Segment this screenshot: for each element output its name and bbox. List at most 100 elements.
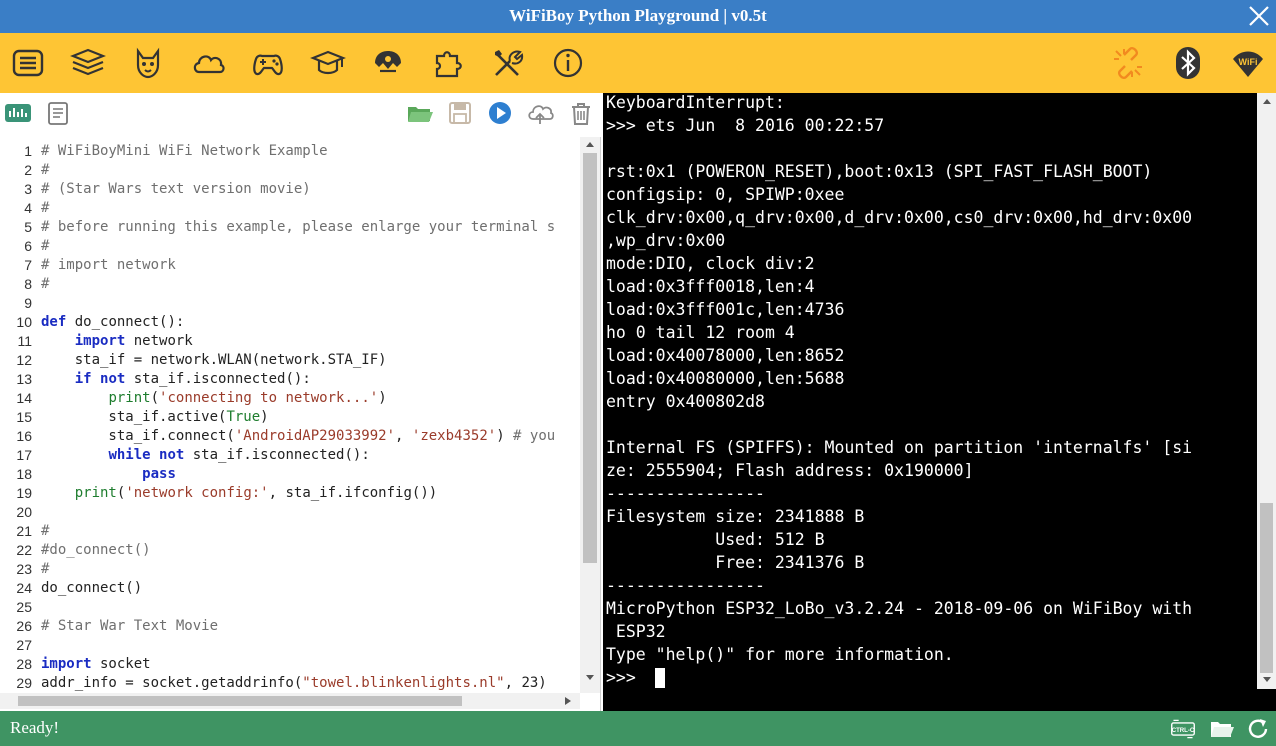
code-line[interactable]: # Star War Text Movie xyxy=(41,617,218,636)
code-line[interactable]: # xyxy=(41,161,49,180)
terminal-line: Internal FS (SPIFFS): Mounted on partiti… xyxy=(606,438,1193,457)
line-number: 5 xyxy=(24,219,32,235)
code-line[interactable]: import socket xyxy=(41,655,151,674)
line-number: 4 xyxy=(24,200,32,216)
serial-terminal[interactable]: KeyboardInterrupt: >>> ets Jun 8 2016 00:… xyxy=(603,93,1276,711)
editor-toolbar xyxy=(0,93,601,137)
info-icon[interactable] xyxy=(550,45,586,81)
terminal-line: load:0x40080000,len:5688 xyxy=(606,369,845,388)
code-line[interactable]: # xyxy=(41,237,49,256)
line-number: 8 xyxy=(24,276,32,292)
main-toolbar: WiFi xyxy=(0,33,1276,93)
terminal-line: KeyboardInterrupt: xyxy=(606,93,785,112)
line-number: 19 xyxy=(16,485,32,501)
notes-icon[interactable] xyxy=(44,99,72,127)
editor-vscroll-thumb[interactable] xyxy=(583,153,597,563)
terminal-line: ze: 2555904; Flash address: 0x190000] xyxy=(606,461,974,480)
ctrl-c-icon[interactable]: CTRL-C xyxy=(1170,716,1200,742)
scratch-cat-icon[interactable] xyxy=(130,45,166,81)
save-icon[interactable] xyxy=(446,99,474,127)
terminal-line: load:0x3fff001c,len:4736 xyxy=(606,300,845,319)
code-line[interactable]: # before running this example, please en… xyxy=(41,218,555,237)
terminal-line: ESP32 xyxy=(606,622,666,641)
line-number: 17 xyxy=(16,447,32,463)
terminal-line: MicroPython ESP32_LoBo_v3.2.24 - 2018-09… xyxy=(606,599,1193,618)
code-line[interactable]: # xyxy=(41,560,49,579)
code-line[interactable]: def do_connect(): xyxy=(41,313,184,332)
terminal-line: load:0x3fff0018,len:4 xyxy=(606,277,815,296)
line-number: 3 xyxy=(24,181,32,197)
folder-icon[interactable] xyxy=(1209,716,1235,742)
terminal-line: >>> ets Jun 8 2016 00:22:57 xyxy=(606,116,885,135)
terminal-line: Used: 512 B xyxy=(606,530,825,549)
code-line[interactable]: print('connecting to network...') xyxy=(41,389,386,408)
wifi-icon[interactable]: WiFi xyxy=(1230,45,1266,81)
code-line[interactable]: # (Star Wars text version movie) xyxy=(41,180,311,199)
run-icon[interactable] xyxy=(486,99,514,127)
terminal-line: configsip: 0, SPIWP:0xee xyxy=(606,185,845,204)
code-line[interactable]: # xyxy=(41,199,49,218)
graduation-cap-icon[interactable] xyxy=(310,45,346,81)
code-line[interactable]: import network xyxy=(41,332,193,351)
editor-hscroll-thumb[interactable] xyxy=(18,696,462,706)
gamepad-icon[interactable] xyxy=(250,45,286,81)
code-line[interactable]: addr_info = socket.getaddrinfo("towel.bl… xyxy=(41,674,547,693)
code-line[interactable]: # xyxy=(41,522,49,541)
line-number: 28 xyxy=(16,656,32,672)
cloud-icon[interactable] xyxy=(190,45,226,81)
code-line[interactable]: print('network config:', sta_if.ifconfig… xyxy=(41,484,437,503)
terminal-line: rst:0x1 (POWERON_RESET),boot:0x13 (SPI_F… xyxy=(606,162,1153,181)
code-line[interactable]: # import network xyxy=(41,256,176,275)
refresh-icon[interactable] xyxy=(1245,716,1271,742)
terminal-line: mode:DIO, clock div:2 xyxy=(606,254,815,273)
line-number: 12 xyxy=(16,352,32,368)
line-number: 22 xyxy=(16,542,32,558)
code-line[interactable]: sta_if.active(True) xyxy=(41,408,268,427)
line-number: 23 xyxy=(16,561,32,577)
trash-icon[interactable] xyxy=(567,99,595,127)
code-line[interactable]: if not sta_if.isconnected(): xyxy=(41,370,311,389)
code-line[interactable]: pass xyxy=(41,465,176,484)
puzzle-icon[interactable] xyxy=(430,45,466,81)
line-number: 24 xyxy=(16,580,32,596)
code-line[interactable]: while not sta_if.isconnected(): xyxy=(41,446,369,465)
line-number: 25 xyxy=(16,599,32,615)
terminal-line: Type "help()" for more information. xyxy=(606,645,954,664)
title-bar: WiFiBoy Python Playground | v0.5t xyxy=(0,0,1276,33)
terminal-line: ---------------- xyxy=(606,484,765,503)
terminal-line: clk_drv:0x00,q_drv:0x00,d_drv:0x00,cs0_d… xyxy=(606,208,1193,227)
line-number: 16 xyxy=(16,428,32,444)
line-number: 10 xyxy=(16,314,32,330)
editor-vertical-scrollbar[interactable] xyxy=(580,137,600,693)
line-number: 27 xyxy=(16,637,32,653)
terminal-line: ho 0 tail 12 room 4 xyxy=(606,323,795,342)
terminal-line: >>> xyxy=(606,668,646,687)
status-bar: Ready! CTRL-C xyxy=(0,711,1276,746)
code-line[interactable]: #do_connect() xyxy=(41,541,151,560)
ctrl-c-label: CTRL-C xyxy=(1172,728,1195,734)
chart-icon[interactable] xyxy=(4,99,32,127)
code-line[interactable]: sta_if = network.WLAN(network.STA_IF) xyxy=(41,351,387,370)
line-number: 9 xyxy=(24,295,32,311)
code-editor[interactable]: 1 # WiFiBoyMini WiFi Network Example 2 #3 # … xyxy=(0,137,580,693)
code-line[interactable]: do_connect() xyxy=(41,579,142,598)
code-line[interactable]: sta_if.connect('AndroidAP29033992', 'zex… xyxy=(41,427,555,446)
svg-text:WiFi: WiFi xyxy=(1239,57,1258,67)
bluetooth-icon[interactable] xyxy=(1170,45,1206,81)
code-line[interactable]: # WiFiBoyMini WiFi Network Example xyxy=(41,142,328,161)
code-line[interactable]: # xyxy=(41,275,49,294)
terminal-scroll-thumb[interactable] xyxy=(1260,503,1273,673)
disconnected-link-icon[interactable] xyxy=(1110,45,1146,81)
editor-horizontal-scrollbar[interactable] xyxy=(0,693,580,709)
line-number: 14 xyxy=(16,390,32,406)
menu-icon[interactable] xyxy=(10,45,46,81)
open-folder-icon[interactable] xyxy=(406,99,434,127)
books-icon[interactable] xyxy=(70,45,106,81)
line-number: 7 xyxy=(24,257,32,273)
pixel-icon[interactable] xyxy=(370,45,406,81)
tools-icon[interactable] xyxy=(490,45,526,81)
line-number: 21 xyxy=(16,523,32,539)
cloud-upload-icon[interactable] xyxy=(526,99,554,127)
terminal-scrollbar[interactable] xyxy=(1257,93,1276,689)
close-icon[interactable] xyxy=(1244,1,1274,31)
